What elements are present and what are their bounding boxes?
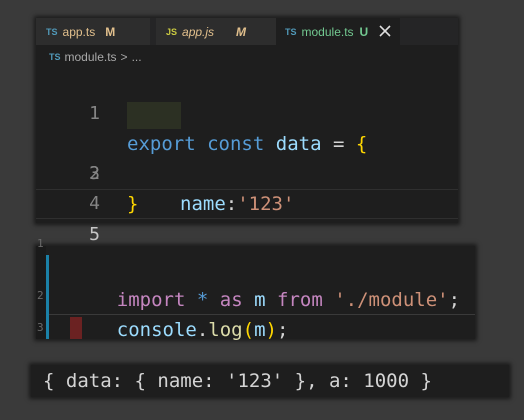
modified-badge: M (236, 24, 247, 39)
chevron-right-icon: > (120, 50, 128, 64)
tab-label: app.js (182, 24, 215, 39)
console-output: { data: { name: '123' }, a: 1000 } (31, 365, 509, 397)
line-number: 1 (37, 237, 44, 250)
breadcrumb-more[interactable]: ... (132, 50, 142, 64)
javascript-file-icon: JS (166, 26, 178, 37)
identifier: m (254, 319, 266, 341)
line-number: 3 (37, 321, 44, 334)
close-icon[interactable] (377, 23, 393, 39)
paren: ( (242, 319, 255, 341)
tab-bar: TS app.ts M JS app.js M TS module.ts U (36, 18, 458, 45)
paren: ) (265, 319, 277, 341)
code-line[interactable]: console.log(m); (71, 285, 289, 341)
identifier: console (116, 319, 197, 341)
modified-badge: M (105, 24, 116, 39)
current-code-line[interactable]: 5 export const a = 1000; (36, 189, 458, 276)
import-snippet-editor: 1 2 3 import * as m from './module'; con… (36, 238, 475, 341)
gutter: 1 2 3 (36, 238, 46, 339)
dot: . (196, 319, 209, 341)
typescript-file-icon: TS (285, 26, 297, 37)
breadcrumb: TS module.ts > ... (36, 46, 458, 68)
indent-highlight (127, 102, 181, 129)
current-line-border (49, 314, 475, 315)
tab-label: module.ts (301, 24, 354, 39)
typescript-file-icon: TS (46, 26, 58, 37)
code-line[interactable]: 2 name:'123' (36, 99, 458, 215)
semicolon: ; (276, 319, 289, 341)
semicolon: ; (448, 289, 461, 311)
code-line[interactable]: 4 (36, 159, 458, 214)
code-line[interactable]: 1 export const data = { (36, 69, 458, 155)
function-name: log (208, 319, 243, 341)
untracked-badge: U (359, 24, 369, 39)
code-line[interactable]: import * as m from './module'; (71, 255, 460, 311)
text-cursor[interactable] (70, 317, 82, 339)
code-line[interactable]: 3 } (36, 129, 458, 215)
output-text: { data: { name: '123' }, a: 1000 } (43, 370, 432, 392)
line-number: 2 (37, 289, 44, 302)
breadcrumb-file[interactable]: module.ts (65, 50, 117, 64)
tab-app-ts[interactable]: TS app.ts M (36, 18, 150, 45)
tab-app-js[interactable]: JS app.js M (156, 18, 292, 45)
modified-lines-bar (46, 255, 49, 339)
string-literal: './module' (334, 289, 449, 311)
tab-label: app.ts (62, 24, 96, 39)
module-ts-editor: TS app.ts M JS app.js M TS module.ts U T… (36, 18, 458, 276)
typescript-file-icon: TS (49, 52, 61, 62)
